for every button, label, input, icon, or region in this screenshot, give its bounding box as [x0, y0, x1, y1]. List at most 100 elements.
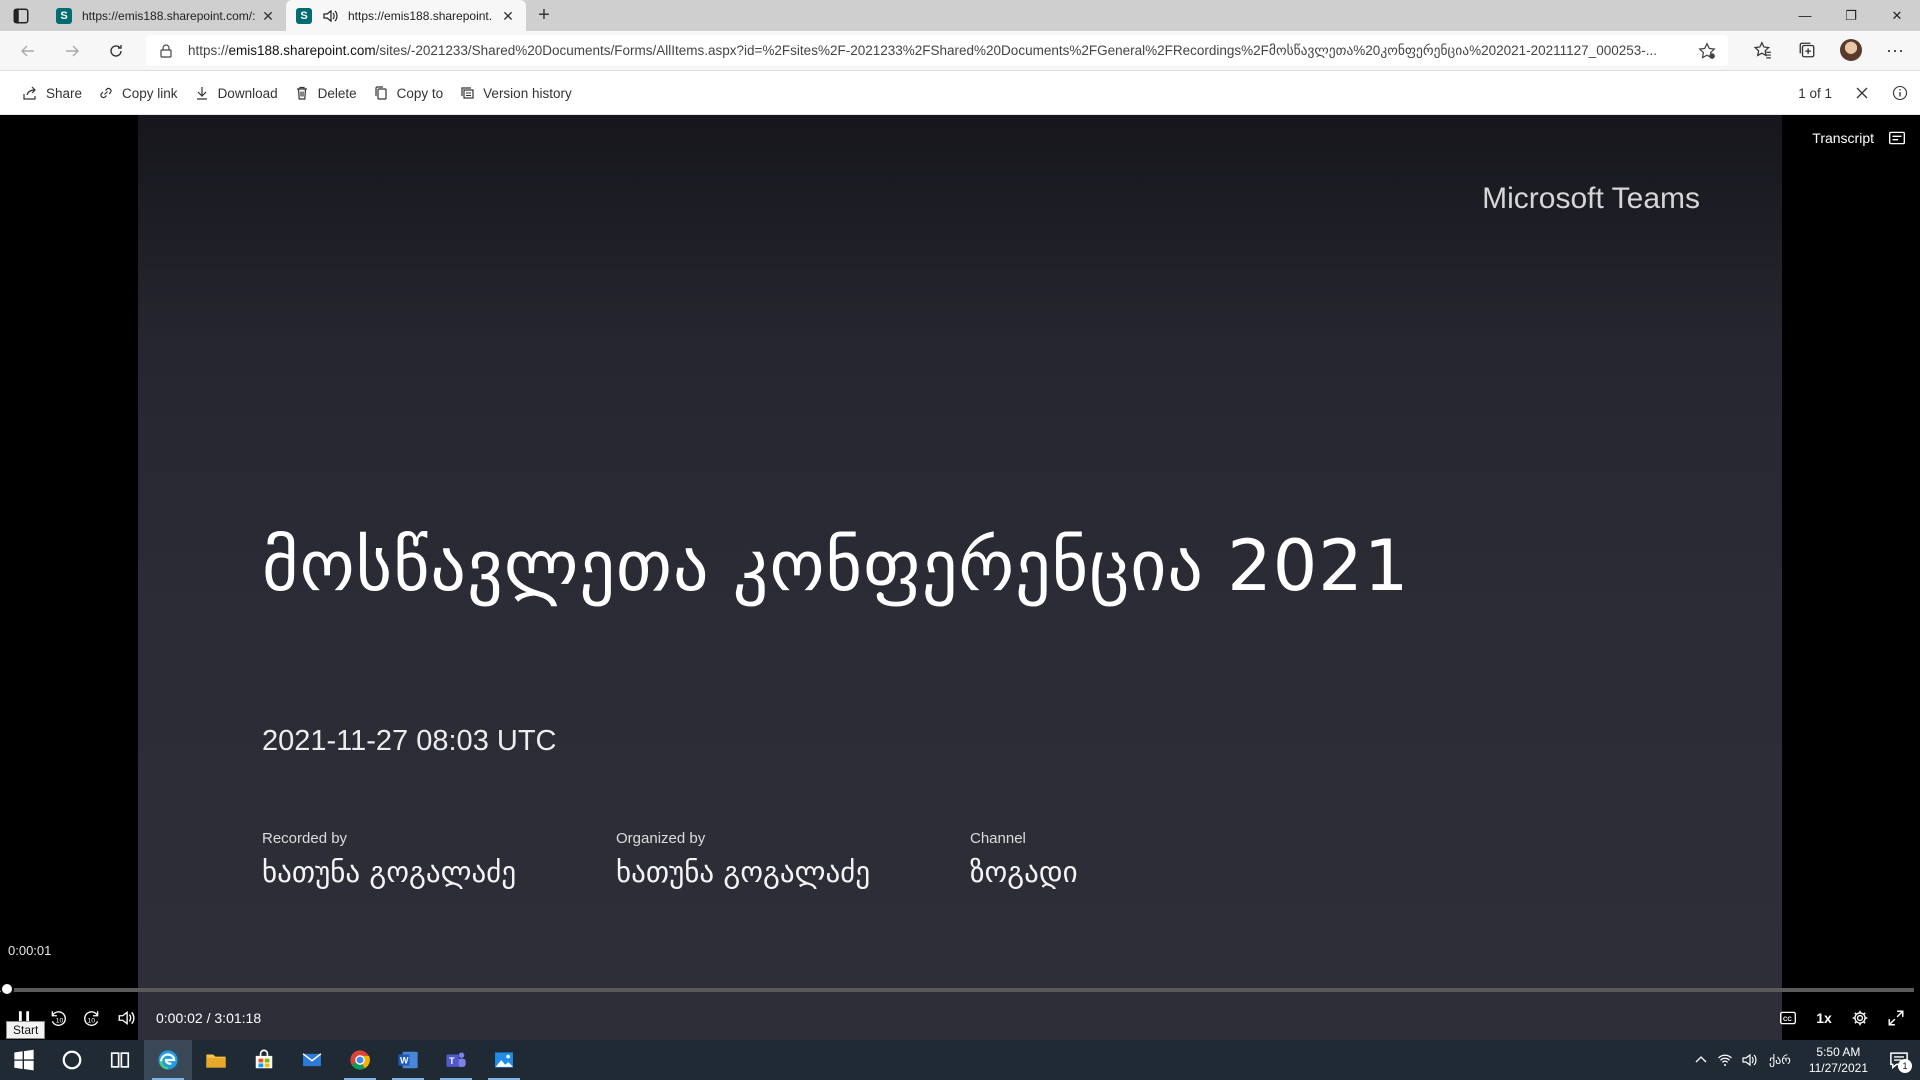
tab-audio-speaker-icon[interactable]: [322, 8, 338, 24]
video-player[interactable]: Microsoft Teams მოსწავლეთა კონფერენცია 2…: [0, 115, 1920, 1040]
seek-hover-time: 0:00:01: [8, 943, 52, 958]
share-icon: [23, 86, 36, 100]
tab-actions-icon[interactable]: [12, 7, 30, 25]
taskbar-edge[interactable]: [144, 1040, 192, 1080]
organized-by-label: Organized by: [616, 830, 706, 847]
settings-button[interactable]: [1850, 1008, 1870, 1028]
channel-name: ზოგადი: [970, 855, 1078, 889]
input-language[interactable]: ქარ: [1761, 1053, 1799, 1067]
info-icon[interactable]: [1892, 85, 1908, 101]
recorded-by-name: ხათუნა გოგალაძე: [262, 855, 517, 889]
copy-link-button[interactable]: Copy link: [98, 85, 178, 101]
taskbar-mail[interactable]: [288, 1040, 336, 1080]
url-text[interactable]: https://emis188.sharepoint.com/sites/-20…: [188, 43, 1686, 59]
store-bag-icon: [255, 1049, 273, 1069]
share-label: Share: [46, 85, 83, 101]
restore-icon[interactable]: ❐: [1828, 0, 1874, 31]
meeting-title: მოსწავლეთა კონფერენცია 2021: [262, 525, 1410, 607]
microsoft-teams-brand: Microsoft Teams: [1482, 182, 1700, 215]
taskbar-teams[interactable]: T: [432, 1040, 480, 1080]
system-clock[interactable]: 5:50 AM 11/27/2021: [1799, 1044, 1878, 1076]
copy-link-label: Copy link: [122, 85, 178, 101]
svg-text:10: 10: [56, 1018, 64, 1025]
taskbar-chrome[interactable]: [336, 1040, 384, 1080]
show-hidden-icons-chevron-icon[interactable]: [1689, 1040, 1713, 1080]
lock-icon[interactable]: [158, 43, 174, 59]
link-icon: [100, 87, 112, 99]
download-button[interactable]: Download: [194, 85, 278, 101]
current-time: 0:00:02: [156, 1010, 203, 1026]
profile-avatar[interactable]: [1838, 37, 1864, 63]
chrome-icon: [350, 1050, 370, 1070]
svg-text:10: 10: [88, 1018, 96, 1025]
add-favorite-star-icon[interactable]: [1698, 41, 1716, 60]
clock-date: 11/27/2021: [1808, 1061, 1868, 1075]
settings-more-icon[interactable]: ···: [1882, 37, 1908, 63]
time-readout: 0:00:02 / 3:01:18: [156, 1010, 261, 1026]
taskbar-photos[interactable]: [480, 1040, 528, 1080]
volume-button[interactable]: [116, 1008, 136, 1028]
teams-icon: T: [446, 1052, 466, 1067]
video-frame: Microsoft Teams მოსწავლეთა კონფერენცია 2…: [138, 115, 1782, 1040]
transcript-button[interactable]: Transcript: [1812, 129, 1906, 147]
favorites-icon[interactable]: [1750, 37, 1776, 63]
search-button[interactable]: [48, 1040, 96, 1080]
time-separator: /: [206, 1010, 211, 1026]
seek-bar[interactable]: [0, 982, 1914, 996]
tab-close-icon[interactable]: ✕: [500, 8, 516, 24]
browser-tab-2[interactable]: S https://emis188.sharepoint. ✕: [286, 0, 526, 31]
task-view-button[interactable]: [96, 1040, 144, 1080]
browser-tab-1[interactable]: S https://emis188.sharepoint.com/: ✕: [46, 0, 286, 31]
taskbar-store[interactable]: [240, 1040, 288, 1080]
copy-icon: [375, 86, 387, 100]
address-bar[interactable]: https://emis188.sharepoint.com/sites/-20…: [146, 35, 1728, 66]
windows-start-button[interactable]: [0, 1040, 48, 1080]
delete-label: Delete: [317, 85, 357, 101]
version-history-label: Version history: [483, 85, 572, 101]
volume-icon: [118, 1011, 135, 1025]
new-tab-plus-icon[interactable]: +: [534, 5, 554, 26]
taskbar-word[interactable]: W: [384, 1040, 432, 1080]
expand-icon: [1888, 1010, 1904, 1026]
share-button[interactable]: Share: [22, 85, 82, 101]
windows-logo-icon: [14, 1049, 34, 1071]
transcript-label: Transcript: [1812, 130, 1874, 146]
fullscreen-button[interactable]: [1886, 1008, 1906, 1028]
svg-text:T: T: [449, 1056, 455, 1066]
cortana-circle-icon: [62, 1050, 82, 1070]
captions-icon: CC: [1780, 1011, 1796, 1025]
taskbar-file-explorer[interactable]: [192, 1040, 240, 1080]
tab-close-icon[interactable]: ✕: [260, 8, 276, 24]
captions-button[interactable]: CC: [1778, 1008, 1798, 1028]
duration: 3:01:18: [214, 1010, 262, 1026]
word-icon: W: [398, 1051, 418, 1069]
copy-to-button[interactable]: Copy to: [373, 85, 443, 101]
sharepoint-favicon-icon: S: [296, 7, 312, 24]
action-center-button[interactable]: 1: [1878, 1040, 1920, 1080]
rewind-10-button[interactable]: 10: [48, 1008, 68, 1028]
forward-10-button[interactable]: 10: [82, 1008, 102, 1028]
photos-icon: [495, 1052, 513, 1068]
download-icon: [196, 87, 207, 100]
clock-time: 5:50 AM: [1816, 1045, 1861, 1059]
back-arrow-icon[interactable]: [18, 41, 38, 61]
recorded-by-block: Recorded by ხათუნა გოგალაძე: [262, 830, 516, 889]
delete-button[interactable]: Delete: [294, 85, 357, 101]
refresh-icon[interactable]: [106, 41, 126, 61]
trash-icon: [296, 86, 307, 100]
network-wifi-icon[interactable]: [1713, 1040, 1737, 1080]
version-history-button[interactable]: Version history: [459, 85, 572, 101]
window-close-icon[interactable]: ✕: [1874, 0, 1920, 31]
windows-taskbar: W T ქარ 5:50 AM 11/27/2021 1: [0, 1040, 1920, 1080]
seek-bar-thumb[interactable]: [0, 982, 14, 996]
browser-tab-strip: S https://emis188.sharepoint.com/: ✕ S h…: [0, 0, 1920, 31]
volume-tray-icon[interactable]: [1737, 1040, 1761, 1080]
minimize-icon[interactable]: —: [1782, 0, 1828, 31]
close-viewer-icon[interactable]: [1854, 85, 1870, 101]
file-command-bar: Share Copy link Download Delete Copy to …: [0, 71, 1920, 115]
collections-icon[interactable]: [1794, 37, 1820, 63]
forward-arrow-icon[interactable]: [62, 41, 82, 61]
sharepoint-favicon-icon: S: [56, 7, 72, 24]
playback-speed-button[interactable]: 1x: [1814, 1008, 1834, 1028]
page-count: 1 of 1: [1798, 85, 1832, 101]
